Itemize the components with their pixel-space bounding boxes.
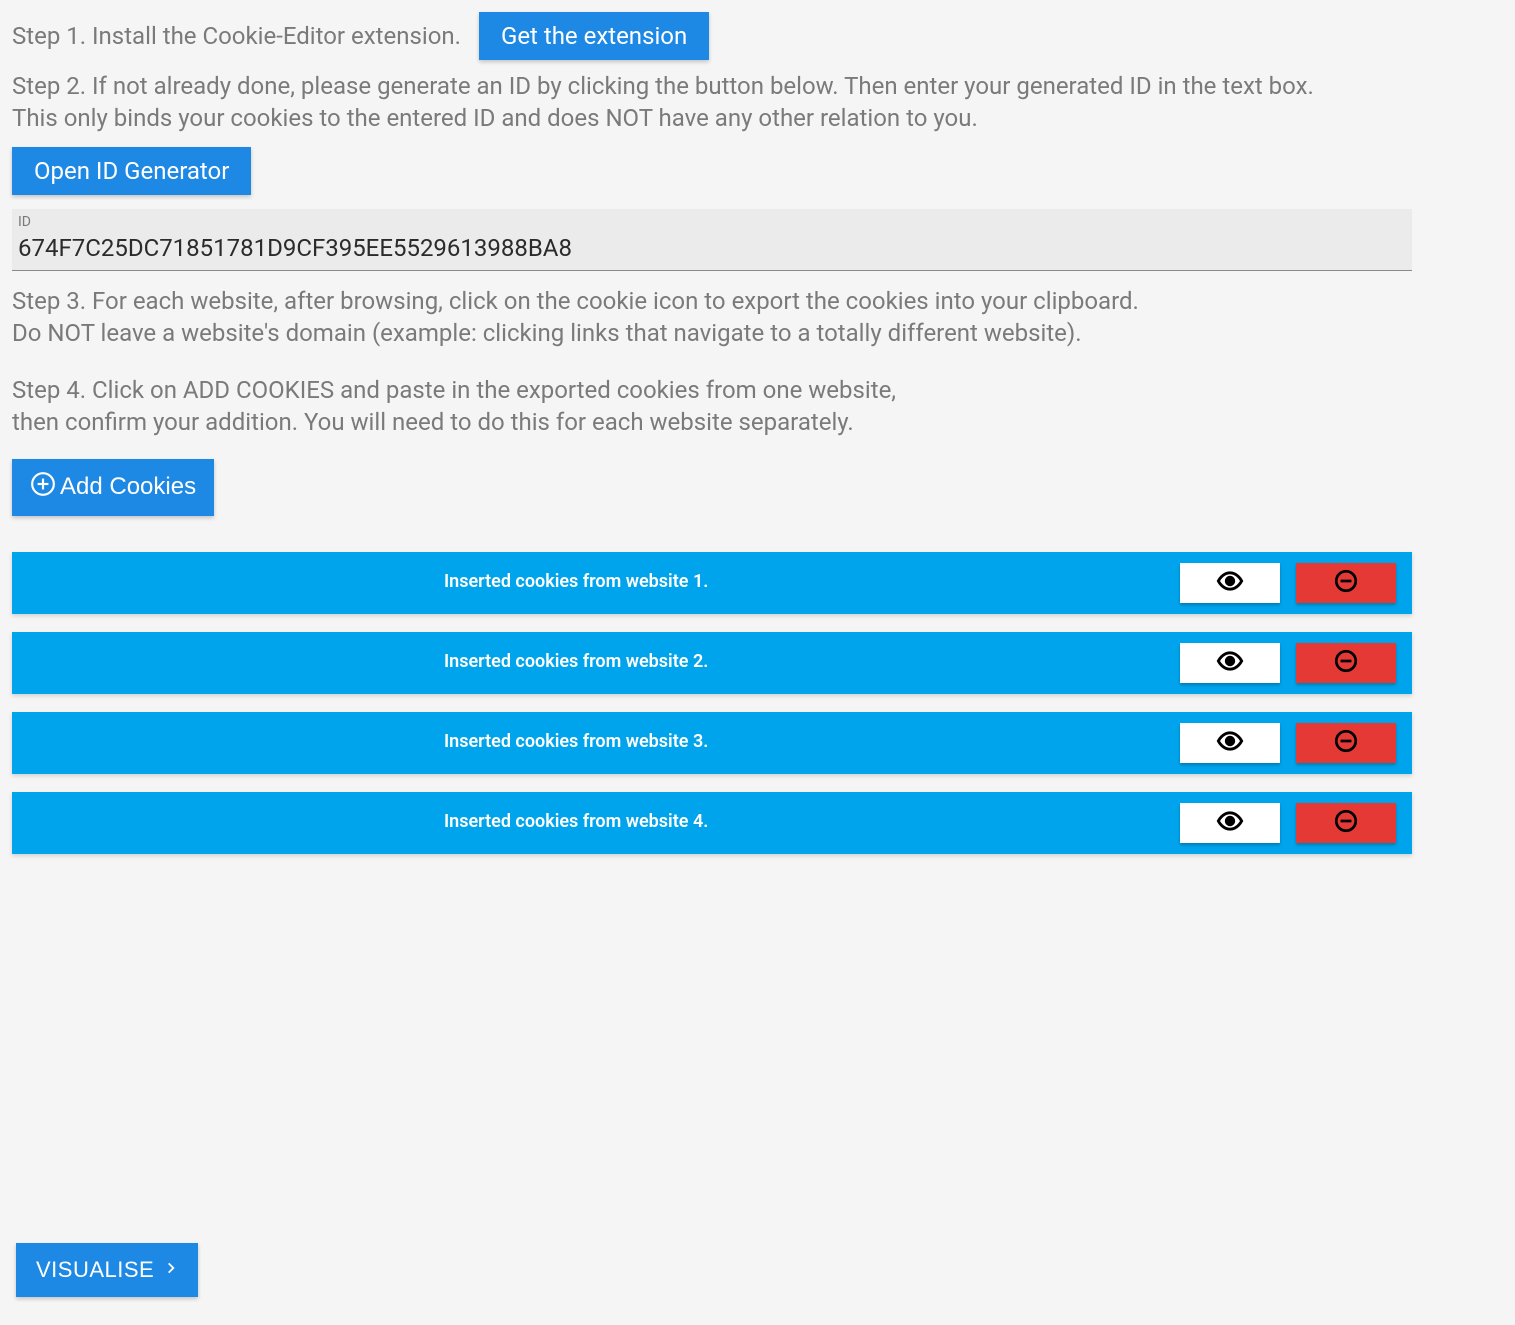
chevron-right-icon <box>164 1257 178 1283</box>
get-extension-button[interactable]: Get the extension <box>479 12 709 60</box>
visualise-button[interactable]: VISUALISE <box>16 1243 198 1297</box>
view-cookie-button[interactable] <box>1180 563 1280 603</box>
plus-circle-icon <box>30 471 56 504</box>
cookie-rows-container: Inserted cookies from website 1. Inserted… <box>12 552 1412 854</box>
delete-cookie-button[interactable] <box>1296 563 1396 603</box>
cookie-row-label: Inserted cookies from website 2. <box>444 650 708 674</box>
cookie-row-label: Inserted cookies from website 4. <box>444 810 708 834</box>
step1-text: Step 1. Install the Cookie-Editor extens… <box>12 20 461 52</box>
minus-circle-icon <box>1333 808 1359 837</box>
step4-text: Step 4. Click on ADD COOKIES and paste i… <box>12 374 1503 439</box>
cookie-row[interactable]: Inserted cookies from website 1. <box>12 552 1412 614</box>
cookie-row-actions <box>1180 803 1412 843</box>
open-id-generator-button[interactable]: Open ID Generator <box>12 147 251 195</box>
cookie-row-actions <box>1180 563 1412 603</box>
cookie-row[interactable]: Inserted cookies from website 2. <box>12 632 1412 694</box>
view-cookie-button[interactable] <box>1180 643 1280 683</box>
eye-icon <box>1216 567 1244 598</box>
delete-cookie-button[interactable] <box>1296 723 1396 763</box>
minus-circle-icon <box>1333 648 1359 677</box>
id-field-container: ID <box>12 209 1412 271</box>
cookie-row-actions <box>1180 643 1412 683</box>
delete-cookie-button[interactable] <box>1296 803 1396 843</box>
delete-cookie-button[interactable] <box>1296 643 1396 683</box>
step3-text: Step 3. For each website, after browsing… <box>12 285 1503 350</box>
cookie-row-actions <box>1180 723 1412 763</box>
id-label: ID <box>18 213 1406 232</box>
view-cookie-button[interactable] <box>1180 723 1280 763</box>
minus-circle-icon <box>1333 728 1359 757</box>
cookie-row-label: Inserted cookies from website 3. <box>444 730 708 754</box>
cookie-row-label: Inserted cookies from website 1. <box>444 570 708 594</box>
minus-circle-icon <box>1333 568 1359 597</box>
eye-icon <box>1216 807 1244 838</box>
cookie-row[interactable]: Inserted cookies from website 3. <box>12 712 1412 774</box>
add-cookies-button[interactable]: Add Cookies <box>12 459 214 516</box>
id-input[interactable] <box>18 234 1406 262</box>
step2-text: Step 2. If not already done, please gene… <box>12 70 1503 135</box>
eye-icon <box>1216 647 1244 678</box>
cookie-row[interactable]: Inserted cookies from website 4. <box>12 792 1412 854</box>
eye-icon <box>1216 727 1244 758</box>
view-cookie-button[interactable] <box>1180 803 1280 843</box>
visualise-label: VISUALISE <box>36 1257 154 1283</box>
add-cookies-label: Add Cookies <box>60 473 196 501</box>
